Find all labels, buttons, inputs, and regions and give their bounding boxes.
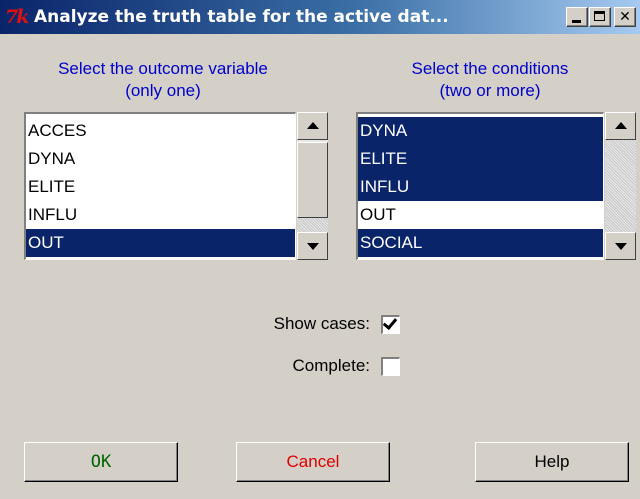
conditions-scrollbar[interactable] <box>605 112 636 260</box>
outcome-scrollbar[interactable] <box>297 112 328 260</box>
conditions-scroll-up-button[interactable] <box>605 112 636 140</box>
outcome-item[interactable]: INFLU <box>26 201 295 229</box>
help-button[interactable]: Help <box>475 442 629 482</box>
tk-logo-icon: 7k <box>5 6 29 28</box>
condition-item-selected[interactable]: INFLU <box>358 173 603 201</box>
checkmark-icon <box>382 314 398 331</box>
triangle-down-icon <box>307 243 319 250</box>
close-button[interactable]: ✕ <box>614 7 636 27</box>
ok-button[interactable]: OK <box>24 442 178 482</box>
triangle-up-icon <box>615 122 627 129</box>
triangle-down-icon <box>615 243 627 250</box>
maximize-button[interactable] <box>589 7 611 27</box>
condition-item[interactable]: OUT <box>358 201 603 229</box>
dialog-window: 7k Analyze the truth table for the activ… <box>0 0 640 499</box>
outcome-item[interactable]: DYNA <box>26 145 295 173</box>
outcome-scroll-up-button[interactable] <box>297 112 328 140</box>
conditions-listbox[interactable]: DYNA ELITE INFLU OUT SOCIAL <box>356 112 604 260</box>
title-bar[interactable]: 7k Analyze the truth table for the activ… <box>0 0 640 34</box>
outcome-scroll-down-button[interactable] <box>297 232 328 260</box>
outcome-listbox[interactable]: ACCES DYNA ELITE INFLU OUT <box>24 112 296 260</box>
outcome-scroll-track[interactable] <box>297 218 328 232</box>
conditions-scroll-down-button[interactable] <box>605 232 636 260</box>
outcome-item[interactable]: ACCES <box>26 117 295 145</box>
conditions-heading-line2: (two or more) <box>439 81 541 100</box>
cancel-button[interactable]: Cancel <box>236 442 390 482</box>
complete-checkbox[interactable] <box>381 357 400 376</box>
condition-item-selected[interactable]: DYNA <box>358 117 603 145</box>
close-icon: ✕ <box>619 9 631 25</box>
outcome-heading-line1: Select the outcome variable <box>58 59 268 78</box>
window-title: Analyze the truth table for the active d… <box>34 7 449 27</box>
maximize-icon <box>594 11 605 21</box>
conditions-heading: Select the conditions (two or more) <box>350 58 630 102</box>
triangle-up-icon <box>307 122 319 129</box>
show-cases-label: Show cases: <box>273 314 370 333</box>
outcome-item-selected[interactable]: OUT <box>26 229 295 257</box>
complete-label: Complete: <box>292 356 370 375</box>
condition-item-selected[interactable]: ELITE <box>358 145 603 173</box>
show-cases-checkbox[interactable] <box>381 314 400 334</box>
outcome-item[interactable]: ELITE <box>26 173 295 201</box>
minimize-button[interactable] <box>566 7 588 27</box>
outcome-scroll-thumb[interactable] <box>297 142 328 218</box>
conditions-scroll-track[interactable] <box>605 140 636 232</box>
conditions-heading-line1: Select the conditions <box>411 59 569 78</box>
minimize-icon <box>572 20 581 23</box>
outcome-heading-line2: (only one) <box>125 81 201 100</box>
outcome-heading: Select the outcome variable (only one) <box>22 58 304 102</box>
condition-item-selected[interactable]: SOCIAL <box>358 229 603 257</box>
